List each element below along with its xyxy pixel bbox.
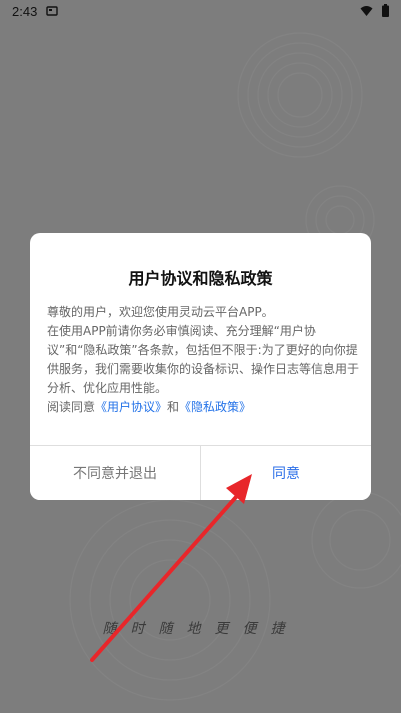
welcome-text: 尊敬的用户，欢迎您使用灵动云平台APP。 (47, 305, 274, 319)
conjunction-text: 和 (167, 400, 180, 414)
dialog-body: 尊敬的用户，欢迎您使用灵动云平台APP。 在使用APP前请你务必审慎阅读、充分理… (47, 303, 359, 417)
privacy-dialog: 用户协议和隐私政策 尊敬的用户，欢迎您使用灵动云平台APP。 在使用APP前请你… (30, 233, 371, 500)
privacy-policy-link[interactable]: 《隐私政策》 (179, 400, 251, 414)
dialog-title: 用户协议和隐私政策 (128, 269, 273, 288)
user-agreement-link[interactable]: 《用户协议》 (95, 400, 167, 414)
status-bar: 2:43 (0, 0, 401, 24)
decline-exit-button[interactable]: 不同意并退出 (30, 446, 200, 500)
status-time: 2:43 (12, 4, 38, 19)
read-agree-prefix: 阅读同意 (47, 400, 96, 414)
app-slogan: 随时随地更便捷 (102, 621, 299, 637)
terms-text: 在使用APP前请你务必审慎阅读、充分理解“用户协议”和“隐私政策”各条款，包括但… (47, 324, 360, 395)
wifi-icon (360, 6, 373, 16)
read-agree-line: 阅读同意《用户协议》和《隐私政策》 (47, 398, 359, 417)
notification-icon (46, 6, 58, 16)
agree-button[interactable]: 同意 (201, 446, 371, 500)
battery-icon (382, 4, 389, 17)
